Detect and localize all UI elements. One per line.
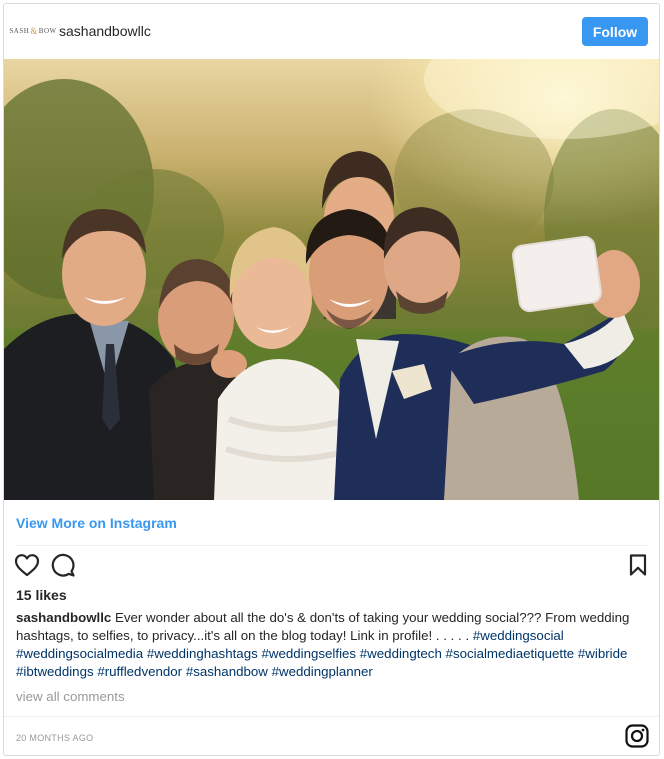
divider bbox=[16, 545, 647, 546]
post-timestamp[interactable]: 20 MONTHS AGO bbox=[16, 733, 93, 743]
divider bbox=[4, 716, 659, 717]
hashtag-link[interactable]: #ruffledvendor bbox=[97, 664, 182, 679]
avatar[interactable]: SASH & BOW bbox=[9, 20, 56, 42]
bookmark-icon[interactable] bbox=[629, 554, 647, 576]
view-more-on-instagram-link[interactable]: View More on Instagram bbox=[16, 515, 177, 531]
caption-username[interactable]: sashandbowllc bbox=[16, 610, 111, 625]
heart-icon[interactable] bbox=[14, 553, 40, 577]
post-caption: sashandbowllc Ever wonder about all the … bbox=[16, 609, 651, 681]
instagram-logo-icon[interactable] bbox=[625, 724, 649, 748]
header-username[interactable]: sashandbowllc bbox=[59, 23, 151, 39]
hashtag-link[interactable]: #weddingtech bbox=[360, 646, 442, 661]
hashtag-link[interactable]: #ibtweddings bbox=[16, 664, 94, 679]
post-header: SASH & BOW sashandbowllc Follow bbox=[4, 4, 659, 59]
avatar-text-left: SASH bbox=[9, 27, 30, 35]
hashtag-link[interactable]: #wibride bbox=[578, 646, 628, 661]
hashtag-link[interactable]: #weddingselfies bbox=[261, 646, 356, 661]
post-photo[interactable] bbox=[4, 59, 659, 500]
hashtag-link[interactable]: #sashandbow bbox=[186, 664, 268, 679]
comment-icon[interactable] bbox=[50, 552, 76, 578]
hashtag-link[interactable]: #socialmediaetiquette bbox=[446, 646, 575, 661]
likes-count[interactable]: 15 likes bbox=[16, 587, 67, 603]
hashtag-link[interactable]: #weddingsocial bbox=[473, 628, 564, 643]
hashtag-link[interactable]: #weddingsocialmedia bbox=[16, 646, 143, 661]
avatar-text-amp: & bbox=[30, 26, 38, 36]
hashtag-link[interactable]: #weddinghashtags bbox=[147, 646, 258, 661]
hashtag-link[interactable]: #weddingplanner bbox=[272, 664, 373, 679]
follow-button[interactable]: Follow bbox=[582, 17, 648, 46]
wedding-selfie-illustration bbox=[4, 59, 659, 500]
avatar-text-right: BOW bbox=[38, 27, 57, 35]
instagram-embed-card: SASH & BOW sashandbowllc Follow View Mor… bbox=[3, 3, 660, 756]
view-all-comments-link[interactable]: view all comments bbox=[16, 689, 125, 704]
